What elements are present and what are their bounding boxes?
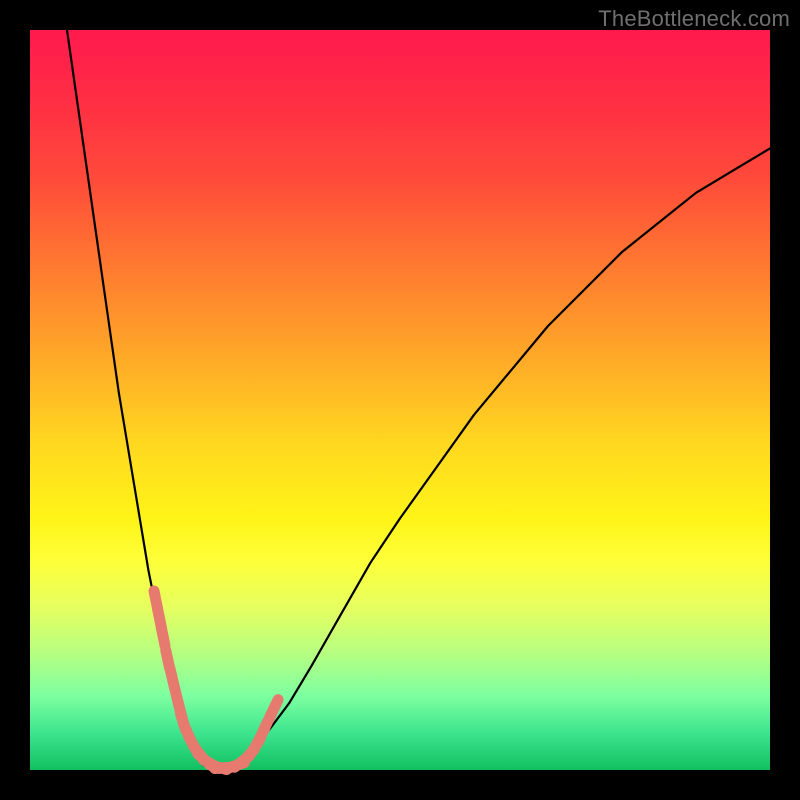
chart-frame: TheBottleneck.com [0,0,800,800]
watermark-text: TheBottleneck.com [598,6,790,32]
plot-area [30,30,770,770]
chart-svg [30,30,770,770]
dash-marks [154,591,278,770]
